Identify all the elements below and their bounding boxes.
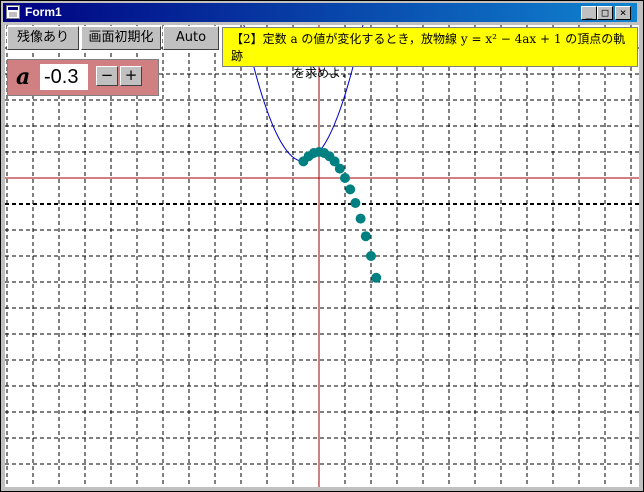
vertex-dot bbox=[350, 198, 361, 208]
drawing-area[interactable]: 残像あり 画面初期化 Auto a -0.3 − + 【2】定数 a の値が変化… bbox=[5, 25, 639, 487]
window-title: Form1 bbox=[25, 5, 62, 19]
increment-button[interactable]: + bbox=[120, 66, 142, 86]
problem-line-2: を求めよ． bbox=[293, 66, 354, 80]
vertex-dot bbox=[345, 184, 356, 195]
minimize-button[interactable]: _ bbox=[581, 6, 597, 20]
reset-screen-button[interactable]: 画面初期化 bbox=[81, 26, 161, 50]
problem-statement: 【2】定数 a の値が変化するとき，放物線 y = x² − 4ax + 1 の… bbox=[222, 27, 638, 80]
problem-line-1: 【2】定数 a の値が変化するとき，放物線 y = x² − 4ax + 1 の… bbox=[231, 32, 626, 63]
maximize-button[interactable]: □ bbox=[597, 6, 613, 20]
title-bar[interactable]: Form1 _ □ × bbox=[3, 3, 637, 22]
app-window: Form1 _ □ × 残像あり 画面初期化 Auto a -0.3 − + 【… bbox=[0, 0, 644, 492]
param-value-field[interactable]: -0.3 bbox=[40, 64, 88, 90]
vertex-dot bbox=[371, 272, 382, 283]
auto-button[interactable]: Auto bbox=[163, 26, 219, 50]
decrement-button[interactable]: − bbox=[96, 66, 118, 86]
close-button[interactable]: × bbox=[615, 6, 631, 20]
vertex-dot bbox=[360, 231, 371, 242]
parameter-panel: a -0.3 − + bbox=[7, 59, 159, 96]
vertex-dot bbox=[366, 251, 376, 261]
vertex-dot bbox=[355, 213, 366, 224]
afterimage-button[interactable]: 残像あり bbox=[7, 26, 79, 50]
vertex-dot bbox=[340, 173, 350, 183]
param-label: a bbox=[16, 64, 31, 90]
app-icon[interactable] bbox=[6, 5, 20, 19]
vertex-dot bbox=[334, 163, 345, 174]
